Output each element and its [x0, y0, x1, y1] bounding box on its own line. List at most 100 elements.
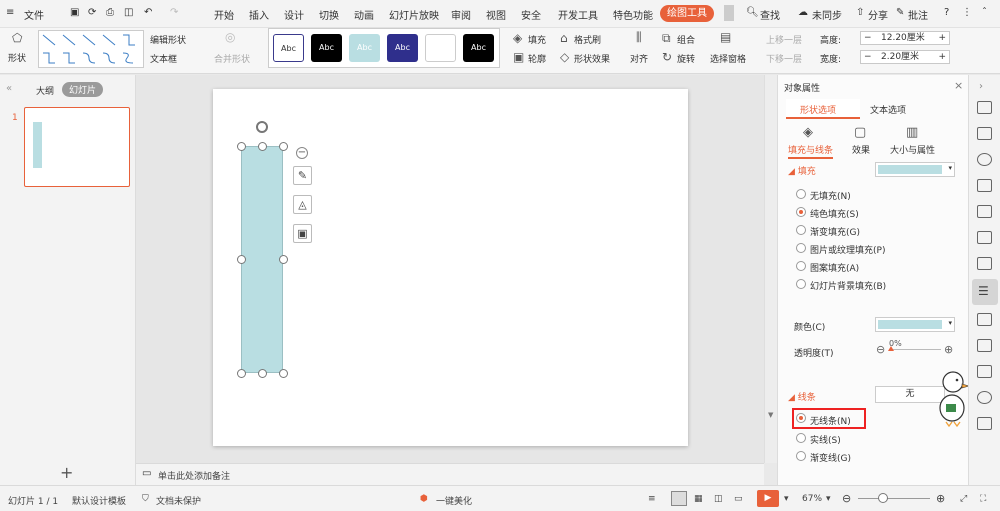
- gradient-line-label[interactable]: 渐变线(G): [810, 451, 851, 464]
- align-button[interactable]: 对齐: [630, 52, 648, 65]
- tab-security[interactable]: 安全: [521, 7, 541, 22]
- width-stepper[interactable]: − 2.20厘米 +: [860, 50, 950, 64]
- style-black-2[interactable]: Abc: [463, 34, 494, 62]
- radio-slide-bg-fill[interactable]: [796, 279, 806, 289]
- shape-button[interactable]: 形状: [8, 51, 26, 64]
- tab-slideshow[interactable]: 幻灯片放映: [389, 7, 439, 22]
- fit-window-icon[interactable]: ⤢: [960, 494, 967, 504]
- zoom-slider[interactable]: [858, 498, 930, 499]
- tab-special[interactable]: 特色功能: [613, 7, 653, 22]
- undo-icon[interactable]: ↶: [144, 7, 152, 18]
- outline-button[interactable]: 轮廓: [528, 52, 546, 65]
- zoom-in-icon[interactable]: ⊕: [936, 492, 945, 505]
- tab-animation[interactable]: 动画: [354, 7, 374, 22]
- sidebar-share-icon[interactable]: [977, 365, 992, 378]
- play-options-chevron-icon[interactable]: ▾: [784, 494, 789, 504]
- height-plus[interactable]: +: [938, 32, 946, 44]
- radio-picture-fill[interactable]: [796, 243, 806, 253]
- radio-no-fill[interactable]: [796, 189, 806, 199]
- group-button[interactable]: 组合: [677, 33, 695, 46]
- notes-bar[interactable]: ▭ 单击此处添加备注: [136, 463, 764, 485]
- subtab-effect[interactable]: 效果: [852, 143, 870, 156]
- transparency-slider[interactable]: [889, 349, 941, 350]
- duck-mascot-icon[interactable]: [938, 360, 970, 430]
- subtab-fill-line[interactable]: 填充与线条: [788, 143, 834, 159]
- presenter-view-icon[interactable]: ▭: [734, 494, 743, 504]
- vertical-scrollbar[interactable]: ▼: [764, 75, 777, 463]
- no-line-label[interactable]: 无线条(N): [810, 414, 851, 427]
- tab-slides[interactable]: 幻灯片: [62, 82, 104, 97]
- fill-section-label[interactable]: ◢ 填充: [788, 164, 816, 177]
- search-icon[interactable]: 🔍︎: [746, 7, 759, 18]
- collapse-sidebar-icon[interactable]: ›: [979, 81, 983, 92]
- width-minus[interactable]: −: [864, 51, 872, 63]
- merge-shape-button[interactable]: 合并形状: [214, 52, 250, 65]
- radio-solid-line[interactable]: [796, 433, 806, 443]
- sidebar-symbol-icon[interactable]: [977, 179, 992, 192]
- sidebar-image-icon[interactable]: [977, 231, 992, 244]
- sidebar-shapes-icon[interactable]: [977, 153, 992, 166]
- transparency-minus-icon[interactable]: ⊖: [876, 343, 885, 356]
- radio-gradient-fill[interactable]: [796, 225, 806, 235]
- shape-effect-button[interactable]: 形状效果: [574, 52, 610, 65]
- sidebar-layout-icon[interactable]: [977, 205, 992, 218]
- shape-style-pen-icon[interactable]: ✎: [293, 166, 312, 185]
- resize-handle-mr[interactable]: [279, 255, 288, 264]
- tab-text-options[interactable]: 文本选项: [870, 103, 906, 116]
- width-plus[interactable]: +: [938, 51, 946, 63]
- send-backward-button[interactable]: 下移一层: [766, 52, 802, 65]
- line-shapes-gallery[interactable]: [38, 30, 144, 68]
- play-slideshow-button[interactable]: ▶: [757, 490, 779, 507]
- tab-review[interactable]: 审阅: [451, 7, 471, 22]
- notes-toggle-icon[interactable]: ≡: [648, 494, 656, 504]
- rotate-button[interactable]: 旋转: [677, 52, 695, 65]
- redo-icon[interactable]: ↷: [170, 7, 178, 18]
- resize-handle-br[interactable]: [279, 369, 288, 378]
- size-icon[interactable]: ▥: [906, 125, 918, 140]
- radio-pattern-fill[interactable]: [796, 261, 806, 271]
- style-black[interactable]: Abc: [311, 34, 342, 62]
- tab-drawing-tools[interactable]: 绘图工具: [660, 5, 714, 22]
- hamburger-icon[interactable]: ≡: [6, 7, 14, 18]
- line-type-dropdown[interactable]: 无: [875, 386, 945, 403]
- comment-button[interactable]: 批注: [908, 7, 928, 22]
- tab-transition[interactable]: 切换: [319, 7, 339, 22]
- height-stepper[interactable]: − 12.20厘米 +: [860, 31, 950, 45]
- selection-pane-button[interactable]: 选择窗格: [710, 52, 746, 65]
- notes-placeholder[interactable]: 单击此处添加备注: [158, 469, 230, 482]
- print-icon[interactable]: ⎙: [106, 7, 114, 18]
- picture-fill-label[interactable]: 图片或纹理填充(P): [810, 243, 885, 256]
- rotate-handle-icon[interactable]: [256, 121, 268, 133]
- tab-developer[interactable]: 开发工具: [558, 7, 598, 22]
- radio-no-line[interactable]: [796, 413, 806, 423]
- line-section-label[interactable]: ◢ 线条: [788, 390, 816, 403]
- beautify-button[interactable]: 一键美化: [436, 494, 472, 507]
- save-icon[interactable]: ▣: [70, 7, 79, 18]
- sidebar-select-icon[interactable]: [977, 101, 992, 114]
- document-protection[interactable]: 文档未保护: [156, 494, 201, 507]
- resize-handle-bm[interactable]: [258, 369, 267, 378]
- fullscreen-icon[interactable]: ⛶: [980, 494, 986, 504]
- slide-thumbnail[interactable]: [24, 107, 130, 187]
- preview-icon[interactable]: ◫: [124, 7, 133, 18]
- search-label[interactable]: 查找: [760, 7, 780, 22]
- fill-button[interactable]: 填充: [528, 33, 546, 46]
- sync-status[interactable]: 未同步: [812, 7, 842, 22]
- add-slide-icon[interactable]: +: [60, 463, 73, 482]
- reading-view-icon[interactable]: ◫: [714, 494, 723, 504]
- height-minus[interactable]: −: [864, 32, 872, 44]
- height-value[interactable]: 12.20厘米: [881, 32, 925, 44]
- resize-handle-tr[interactable]: [279, 142, 288, 151]
- transparency-slider-thumb[interactable]: [888, 346, 894, 351]
- sidebar-backup-icon[interactable]: [977, 417, 992, 430]
- tab-shape-options[interactable]: 形状选项: [786, 99, 860, 119]
- shape-outline-icon[interactable]: ▣: [293, 224, 312, 243]
- sidebar-properties-active[interactable]: ☰: [972, 279, 998, 305]
- pattern-fill-label[interactable]: 图案填充(A): [810, 261, 859, 274]
- zoom-dropdown-icon[interactable]: ▾: [826, 494, 831, 504]
- tab-insert[interactable]: 插入: [249, 7, 269, 22]
- zoom-slider-thumb[interactable]: [878, 493, 888, 503]
- resize-handle-tm[interactable]: [258, 142, 267, 151]
- sidebar-copy-icon[interactable]: [977, 127, 992, 140]
- shape-fill-bucket-icon[interactable]: ◬: [293, 195, 312, 214]
